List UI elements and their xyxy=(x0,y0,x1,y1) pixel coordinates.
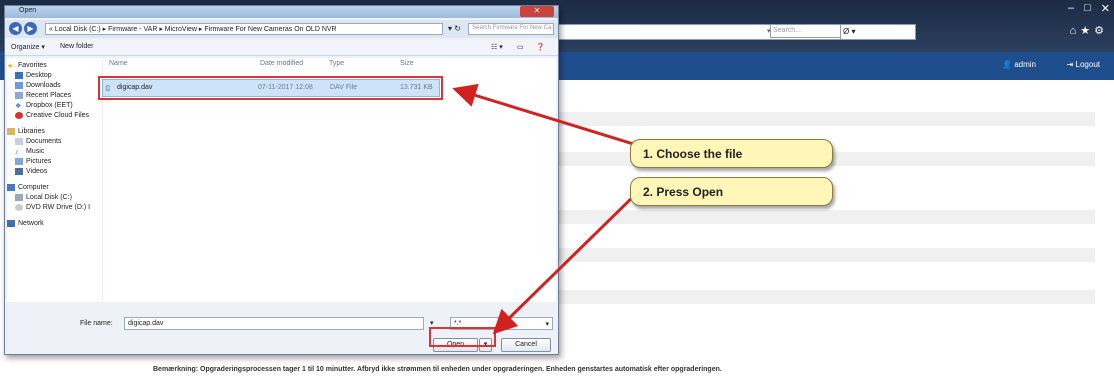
annotation-arrows xyxy=(452,83,642,335)
arrow-to-file xyxy=(452,83,641,148)
arrow-to-open xyxy=(492,188,642,335)
callout-step2: 2. Press Open xyxy=(630,177,833,206)
callout-step1: 1. Choose the file xyxy=(630,139,833,168)
